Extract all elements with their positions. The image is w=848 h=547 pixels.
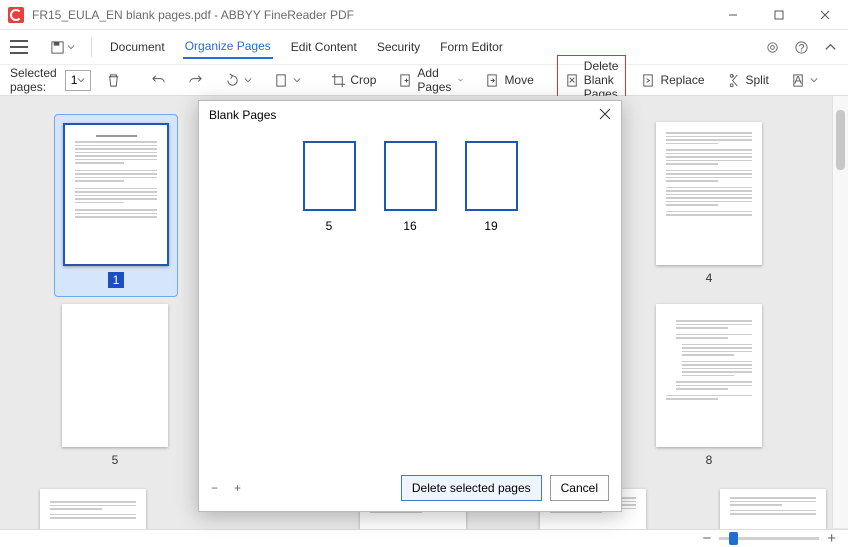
chevron-down-icon — [77, 76, 85, 84]
rotate-button[interactable] — [218, 69, 259, 92]
dialog-zoom-in[interactable]: + — [234, 481, 241, 495]
split-button[interactable]: Split — [720, 69, 776, 92]
rotate-icon — [225, 73, 240, 88]
dialog-title: Blank Pages — [209, 108, 276, 122]
dialog-header: Blank Pages — [199, 101, 621, 129]
crop-icon — [331, 73, 346, 88]
gear-icon[interactable] — [765, 40, 780, 55]
menubar: Document Organize Pages Edit Content Sec… — [0, 30, 848, 64]
crop-button[interactable]: Crop — [324, 69, 383, 92]
ocr-icon: A — [791, 73, 806, 88]
add-pages-button[interactable]: Add Pages — [391, 62, 470, 98]
move-button[interactable]: Move — [478, 69, 540, 92]
zoom-in-button[interactable]: + — [827, 530, 836, 547]
dialog-close-button[interactable] — [599, 108, 611, 123]
maximize-button[interactable] — [756, 0, 802, 30]
page-thumb-5[interactable]: 5 — [62, 304, 168, 467]
page-number: 4 — [706, 271, 713, 285]
page-icon — [274, 73, 289, 88]
selected-pages-dropdown[interactable]: 1 — [65, 70, 92, 91]
menu-organize-pages[interactable]: Organize Pages — [183, 35, 273, 59]
blank-page-thumb[interactable]: 19 — [465, 141, 518, 233]
minimize-button[interactable] — [710, 0, 756, 30]
titlebar: FR15_EULA_EN blank pages.pdf - ABBYY Fin… — [0, 0, 848, 30]
blank-page-preview — [465, 141, 518, 211]
close-icon — [599, 108, 611, 120]
enhance-dropdown[interactable] — [841, 69, 848, 92]
blank-page-number: 5 — [326, 219, 333, 233]
blank-page-thumb[interactable]: 5 — [303, 141, 356, 233]
app-icon — [8, 7, 24, 23]
dialog-zoom-out[interactable]: − — [211, 481, 218, 495]
toolbar: Selected pages: 1 Crop Add Pages Move De… — [0, 64, 848, 96]
page-number: 5 — [112, 453, 119, 467]
dialog-footer: − + Delete selected pages Cancel — [211, 475, 609, 501]
separator — [91, 37, 92, 57]
collapse-icon[interactable] — [823, 40, 838, 55]
blank-pages-dialog: Blank Pages 5 16 19 − + Delete selected … — [198, 100, 622, 512]
page-thumb-4[interactable]: 4 — [656, 122, 762, 285]
delete-blank-icon — [565, 73, 580, 88]
redo-icon — [188, 73, 203, 88]
replace-button[interactable]: Replace — [634, 69, 711, 92]
split-icon — [727, 73, 742, 88]
ocr-dropdown[interactable]: A — [784, 69, 825, 92]
page-number: 1 — [108, 272, 125, 288]
chevron-down-icon — [810, 76, 818, 84]
redo-button[interactable] — [181, 69, 210, 92]
save-dropdown[interactable] — [50, 40, 75, 55]
delete-button[interactable] — [99, 69, 128, 92]
zoom-bar: − + — [0, 529, 848, 547]
page-preview — [656, 122, 762, 265]
move-icon — [485, 73, 500, 88]
chevron-down-icon — [293, 76, 301, 84]
delete-selected-pages-button[interactable]: Delete selected pages — [401, 475, 542, 501]
blank-page-number: 19 — [484, 219, 497, 233]
blank-page-thumb[interactable]: 16 — [384, 141, 437, 233]
trash-icon — [106, 73, 121, 88]
zoom-out-button[interactable]: − — [702, 530, 711, 547]
menu-security[interactable]: Security — [375, 36, 422, 58]
svg-text:A: A — [794, 74, 802, 86]
save-icon — [50, 40, 65, 55]
page-number: 8 — [706, 453, 713, 467]
cancel-button[interactable]: Cancel — [550, 475, 609, 501]
page-thumb-1[interactable]: 1 — [54, 114, 178, 297]
vertical-scrollbar[interactable] — [832, 96, 848, 528]
undo-button[interactable] — [144, 69, 173, 92]
chevron-down-icon — [67, 43, 75, 51]
hamburger-icon[interactable] — [10, 40, 28, 54]
pages-dropdown[interactable] — [267, 69, 308, 92]
window-title: FR15_EULA_EN blank pages.pdf - ABBYY Fin… — [32, 8, 710, 22]
page-preview — [63, 123, 169, 266]
chevron-down-icon — [244, 76, 252, 84]
help-icon[interactable]: ? — [794, 40, 809, 55]
zoom-knob[interactable] — [729, 532, 738, 545]
dialog-body: 5 16 19 — [199, 129, 621, 245]
page-preview — [62, 304, 168, 447]
close-button[interactable] — [802, 0, 848, 30]
zoom-slider[interactable] — [719, 537, 819, 540]
page-thumb-partial[interactable] — [720, 489, 826, 529]
menu-form-editor[interactable]: Form Editor — [438, 36, 505, 58]
svg-text:?: ? — [798, 42, 804, 54]
menu-edit-content[interactable]: Edit Content — [289, 36, 359, 58]
selected-pages-label: Selected pages: — [10, 66, 57, 94]
chevron-down-icon — [458, 76, 463, 84]
page-thumb-8[interactable]: 8 — [656, 304, 762, 467]
undo-icon — [151, 73, 166, 88]
scroll-thumb[interactable] — [836, 110, 845, 170]
blank-page-number: 16 — [403, 219, 416, 233]
menu-document[interactable]: Document — [108, 36, 167, 58]
replace-icon — [641, 73, 656, 88]
window-controls — [710, 0, 848, 29]
blank-page-preview — [303, 141, 356, 211]
page-thumb-partial[interactable] — [40, 489, 146, 529]
blank-page-preview — [384, 141, 437, 211]
page-preview — [656, 304, 762, 447]
selected-pages-value: 1 — [71, 73, 78, 87]
add-page-icon — [398, 73, 413, 88]
